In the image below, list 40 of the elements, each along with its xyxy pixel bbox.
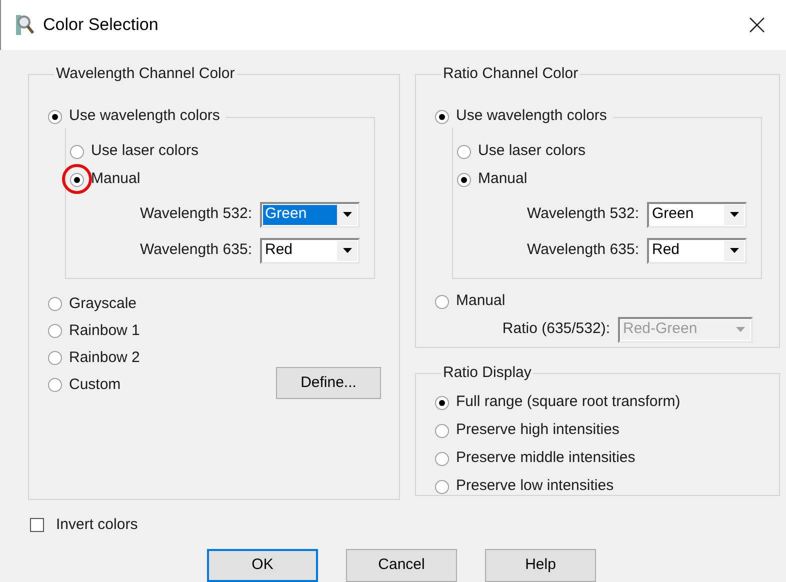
radio-label[interactable]: Use laser colors [478,140,586,163]
dropdown[interactable]: Green [260,202,360,228]
dropdown[interactable]: Green [647,202,747,228]
dropdown[interactable]: Red [647,238,747,264]
radio-label[interactable]: Manual [456,290,506,313]
radio-label[interactable]: Use laser colors [91,140,199,163]
radio-label[interactable]: Manual [478,168,528,191]
group-title: Wavelength Channel Color [55,64,236,84]
dropdown-arrow-icon [736,327,744,332]
define-button[interactable]: Define... [276,367,381,399]
dropdown[interactable]: Red [260,238,360,264]
field-label: Wavelength 635: [138,240,252,260]
radio-label[interactable]: Grayscale [69,292,137,316]
close-icon [749,17,765,33]
radio-label[interactable]: Preserve high intensities [456,419,620,442]
field-label: Ratio (635/532): [501,319,610,340]
field-label: Wavelength 635: [526,240,639,260]
group-title: Ratio Channel Color [442,64,580,84]
dialog-button[interactable]: OK [207,548,318,582]
magnifier-icon [15,14,35,36]
radio-label[interactable]: Use wavelength colors [456,105,607,128]
radio-label[interactable]: Preserve middle intensities [456,447,636,470]
field-label: Wavelength 532: [138,204,252,224]
dropdown-arrow-icon [730,212,738,217]
dropdown-arrow-icon [342,248,352,253]
field-label: Wavelength 532: [526,204,639,224]
invert-colors-checkbox[interactable]: Invert colors [30,514,138,536]
radio-label[interactable]: Full range (square root transform) [456,391,680,414]
radio-label[interactable]: Manual [91,168,140,191]
radio-label[interactable]: Rainbow 1 [69,320,140,342]
dialog-button[interactable]: Cancel [346,548,457,582]
radio-label[interactable]: Rainbow 2 [69,346,140,370]
group-title: Ratio Display [442,363,532,383]
window-title: Color Selection [43,14,158,36]
radio-label[interactable]: Custom [69,374,121,396]
radio-label[interactable]: Use wavelength colors [69,105,220,128]
dropdown-arrow-icon [730,248,738,253]
dropdown-arrow-icon [342,212,352,217]
dialog-button[interactable]: Help [485,548,596,582]
radio-label[interactable]: Preserve low intensities [456,475,614,498]
